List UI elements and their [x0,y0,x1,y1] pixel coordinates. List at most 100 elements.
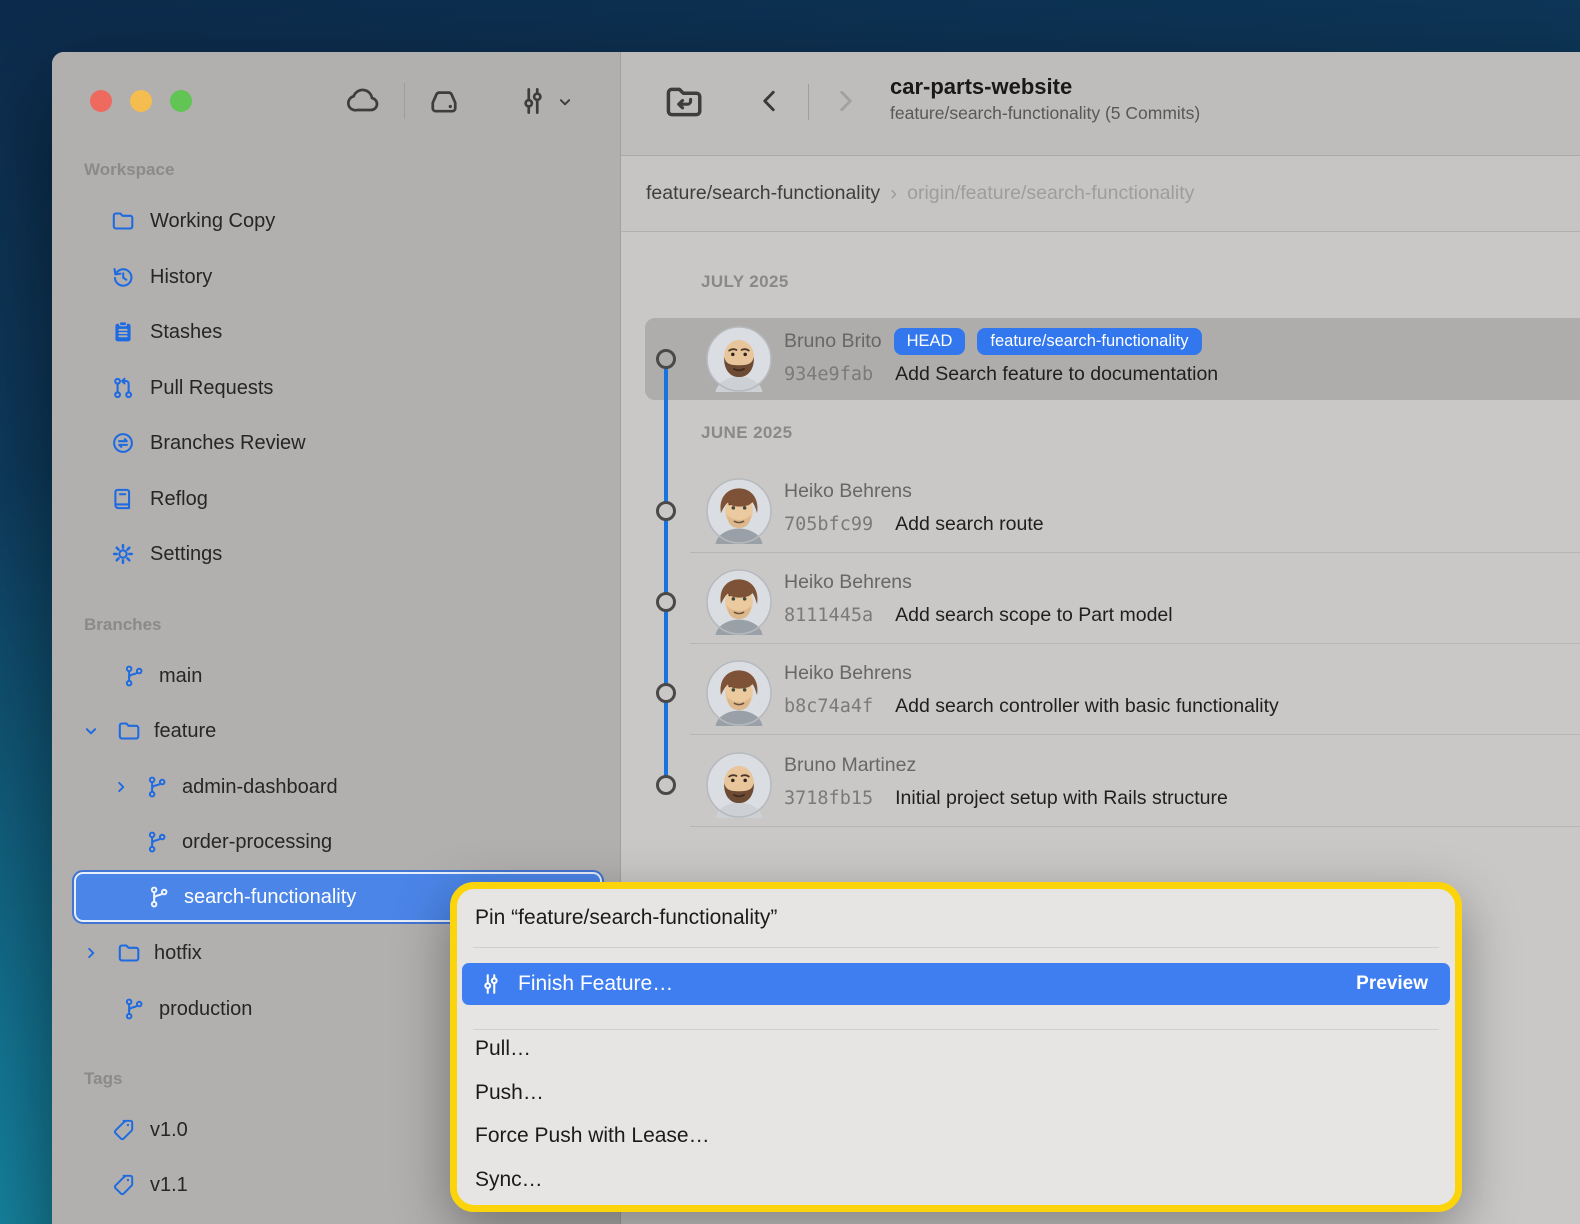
sidebar-branch-production[interactable]: production [121,987,252,1031]
history-clock-icon [110,264,136,290]
avatar [706,752,772,818]
commit-hash: b8c74a4f [784,696,873,717]
main-header: car-parts-website feature/search-functio… [621,52,1580,155]
avatar [706,660,772,726]
breadcrumb-separator: › [890,182,897,206]
menu-item-pull[interactable]: Pull… [457,1027,1455,1071]
commit-row-line2[interactable]: 934e9fab Add Search feature to documenta… [784,360,1218,388]
chevron-back-icon[interactable] [755,86,785,116]
sidebar-item-settings[interactable]: Settings [110,532,222,576]
branch-icon [121,996,147,1022]
pull-request-icon [110,375,136,401]
traffic-zoom-button[interactable] [170,90,192,112]
sidebar-branch-folder-feature[interactable]: feature [80,709,216,753]
commit-graph-node [656,349,676,369]
branch-icon [144,774,170,800]
commit-hash: 934e9fab [784,364,873,385]
commit-row[interactable]: Bruno Brito HEAD feature/search-function… [784,326,1202,356]
commit-message: Initial project setup with Rails structu… [895,787,1228,810]
sidebar-branch-main[interactable]: main [121,654,202,698]
sidebar-branch-folder-hotfix[interactable]: hotfix [80,931,202,975]
sidebar-item-branches-review[interactable]: Branches Review [110,421,306,465]
row-divider [690,734,1580,735]
commit-row-line2[interactable]: 3718fb15 Initial project setup with Rail… [784,784,1228,812]
workspace-section-label: Workspace [84,160,174,180]
tags-section-label: Tags [84,1069,122,1089]
commit-row-line2[interactable]: 8111445a Add search scope to Part model [784,601,1173,629]
branch-icon [146,884,172,910]
breadcrumb: feature/search-functionality › origin/fe… [621,155,1580,232]
commit-author: Heiko Behrens [784,571,912,594]
branch-icon [144,829,170,855]
app-window: Workspace Working Copy History Stashes P… [52,52,1580,1224]
menu-item-force-push-with-lease[interactable]: Force Push with Lease… [457,1114,1455,1158]
commit-row[interactable]: Bruno Martinez [784,750,916,780]
row-divider [690,643,1580,644]
context-menu-yellow-highlight: Pin “feature/search-functionality” Finis… [450,882,1462,1212]
folder-return-icon[interactable] [662,80,706,124]
commit-message: Add Search feature to documentation [895,363,1218,386]
gitflow-icon[interactable] [516,84,550,118]
toolbar-divider [404,83,405,119]
commit-message: Add search controller with basic functio… [895,695,1279,718]
commit-author: Bruno Brito [784,330,882,353]
chevron-down-icon[interactable] [80,720,102,742]
desktop-background: Workspace Working Copy History Stashes P… [0,0,1580,1224]
chevron-down-icon[interactable] [554,91,576,113]
breadcrumb-remote-branch[interactable]: origin/feature/search-functionality [907,182,1194,205]
sidebar-tag-v1-1[interactable]: v1.1 [110,1163,188,1207]
menu-item-finish-feature[interactable]: Finish Feature… Preview [462,963,1450,1005]
repo-title: car-parts-website [890,74,1200,100]
commit-row[interactable]: Heiko Behrens [784,476,912,506]
commit-row-line2[interactable]: 705bfc99 Add search route [784,510,1044,538]
sidebar-branch-order-processing[interactable]: order-processing [144,820,332,864]
nav-divider [808,84,809,120]
cloud-icon[interactable] [346,83,382,119]
sidebar-item-stashes[interactable]: Stashes [110,310,222,354]
chevron-right-icon[interactable] [80,942,102,964]
drive-icon[interactable] [426,83,462,119]
commit-message: Add search scope to Part model [895,604,1173,627]
avatar [706,569,772,635]
commit-hash: 8111445a [784,605,873,626]
menu-item-pin[interactable]: Pin “feature/search-functionality” [457,896,1455,940]
traffic-minimize-button[interactable] [130,90,152,112]
commit-author: Bruno Martinez [784,754,916,777]
sidebar-item-working-copy[interactable]: Working Copy [110,199,275,243]
breadcrumb-local-branch[interactable]: feature/search-functionality [646,182,880,205]
avatar [706,478,772,544]
repo-subtitle: feature/search-functionality (5 Commits) [890,102,1200,125]
menu-item-sync[interactable]: Sync… [457,1158,1455,1202]
sidebar-branch-admin-dashboard[interactable]: admin-dashboard [110,765,338,809]
chevron-forward-icon[interactable] [830,86,860,116]
avatar [706,326,772,392]
commit-section-july: JULY 2025 [701,272,789,292]
folder-icon [116,718,142,744]
clipboard-icon [110,319,136,345]
sidebar-item-history[interactable]: History [110,255,212,299]
traffic-close-button[interactable] [90,90,112,112]
commit-author: Heiko Behrens [784,480,912,503]
commit-row[interactable]: Heiko Behrens [784,567,912,597]
commit-graph-node [656,775,676,795]
commit-graph-node [656,501,676,521]
branch-icon [121,663,147,689]
branch-badge: feature/search-functionality [977,328,1201,355]
sidebar-tag-v1-0[interactable]: v1.0 [110,1108,188,1152]
commit-graph-node [656,683,676,703]
commit-message: Add search route [895,513,1044,536]
branches-review-icon [110,430,136,456]
sidebar-item-reflog[interactable]: Reflog [110,477,208,521]
menu-item-push[interactable]: Push… [457,1071,1455,1115]
commit-row[interactable]: Heiko Behrens [784,658,912,688]
commit-row-line2[interactable]: b8c74a4f Add search controller with basi… [784,692,1279,720]
branches-section-label: Branches [84,615,161,635]
gitflow-icon [478,971,504,997]
row-divider [690,552,1580,553]
preview-badge: Preview [1356,973,1434,995]
sidebar-item-pull-requests[interactable]: Pull Requests [110,366,273,410]
head-badge: HEAD [894,328,966,355]
chevron-right-icon[interactable] [110,776,132,798]
tag-icon [110,1172,136,1198]
commit-section-june: JUNE 2025 [701,423,793,443]
